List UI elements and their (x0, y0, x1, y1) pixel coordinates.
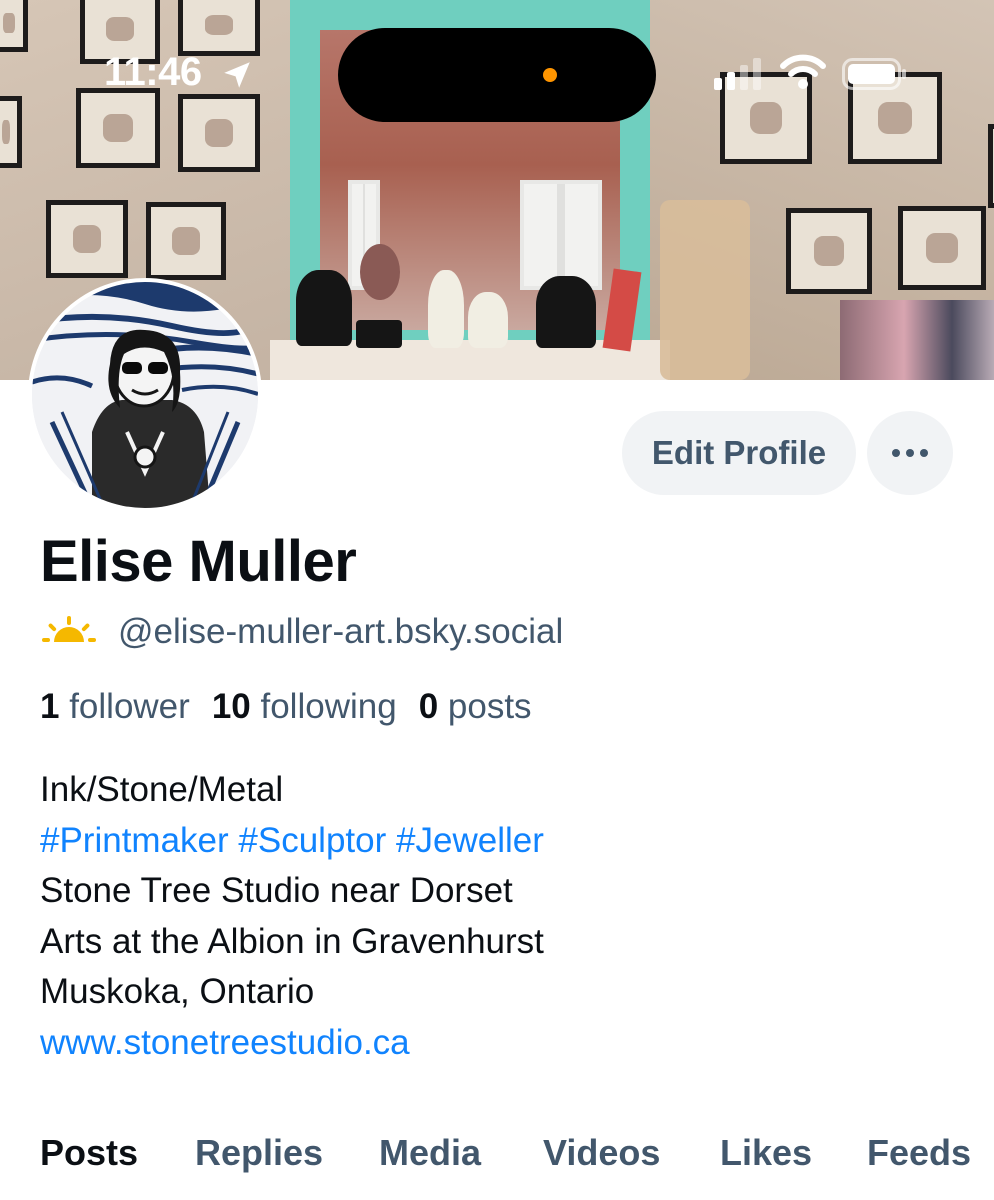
avatar-image (32, 282, 258, 508)
stone-sculpture (468, 292, 508, 348)
dynamic-island (338, 28, 656, 122)
following-label: following (260, 687, 397, 726)
banner-print (0, 0, 28, 52)
profile-bio: Ink/Stone/Metal #Printmaker #Sculptor #J… (40, 765, 544, 1068)
jewellery-bust (536, 276, 596, 348)
tab-feeds[interactable]: Feeds (867, 1132, 971, 1174)
bio-hashtags: #Printmaker #Sculptor #Jeweller (40, 816, 544, 867)
more-options-button[interactable] (867, 411, 953, 495)
edit-profile-label: Edit Profile (651, 434, 827, 471)
posts-count: 0 (418, 687, 439, 726)
tab-videos[interactable]: Videos (543, 1132, 660, 1174)
battery-icon (842, 58, 906, 90)
hashtag-link[interactable]: #Printmaker (40, 821, 229, 860)
display-name: Elise Muller (40, 529, 357, 594)
banner-print (178, 94, 260, 172)
avatar[interactable] (28, 278, 262, 512)
wifi-icon (780, 54, 826, 89)
bio-line: Muskoka, Ontario (40, 972, 315, 1011)
location-arrow-icon (224, 62, 250, 88)
banner-print (0, 96, 22, 168)
bio-line: Stone Tree Studio near Dorset (40, 871, 513, 910)
ellipsis-icon (892, 449, 928, 457)
website-link[interactable]: www.stonetreestudio.ca (40, 1018, 544, 1069)
following-count: 10 (211, 687, 251, 726)
followers-count: 1 (40, 687, 60, 726)
edit-profile-button[interactable]: Edit Profile (622, 411, 856, 495)
profile-stats: 1 follower 10 following 0 posts (40, 687, 532, 727)
posts-stat: 0 posts (419, 687, 532, 726)
hashtag-link[interactable]: #Jeweller (396, 821, 544, 860)
tab-likes[interactable]: Likes (720, 1132, 812, 1174)
tab-posts[interactable]: Posts (40, 1132, 138, 1174)
privacy-indicator-dot (543, 68, 557, 82)
banner-print (786, 208, 872, 294)
user-handle: @elise-muller-art.bsky.social (118, 612, 564, 651)
tab-media[interactable]: Media (379, 1132, 481, 1174)
followers-label: follower (69, 687, 190, 726)
cellular-signal-icon (714, 58, 761, 90)
banner-print (988, 124, 994, 208)
clothing-rack (840, 300, 994, 380)
posts-label: posts (447, 687, 532, 726)
following-link[interactable]: 10 following (212, 687, 397, 726)
sculpture-head (360, 244, 400, 300)
banner-print (146, 202, 226, 280)
banner-print (46, 200, 128, 278)
hashtag-link[interactable]: #Sculptor (238, 821, 386, 860)
sunrise-emoji-icon (42, 616, 96, 642)
status-time: 11:46 (104, 50, 202, 94)
banner-print (76, 88, 160, 168)
stone-sculpture (428, 270, 464, 348)
tote-bag (660, 200, 750, 380)
bio-line: Arts at the Albion in Gravenhurst (40, 921, 544, 961)
banner-print (178, 0, 260, 56)
sculpture-base (356, 320, 402, 348)
followers-link[interactable]: 1 follower (40, 687, 190, 726)
jewellery-bust (296, 270, 352, 346)
bio-line: Ink/Stone/Metal (40, 770, 284, 809)
banner-print (898, 206, 986, 290)
tab-replies[interactable]: Replies (195, 1132, 323, 1174)
profile-tabs: Posts Replies Media Videos Likes Feeds (40, 1132, 994, 1192)
